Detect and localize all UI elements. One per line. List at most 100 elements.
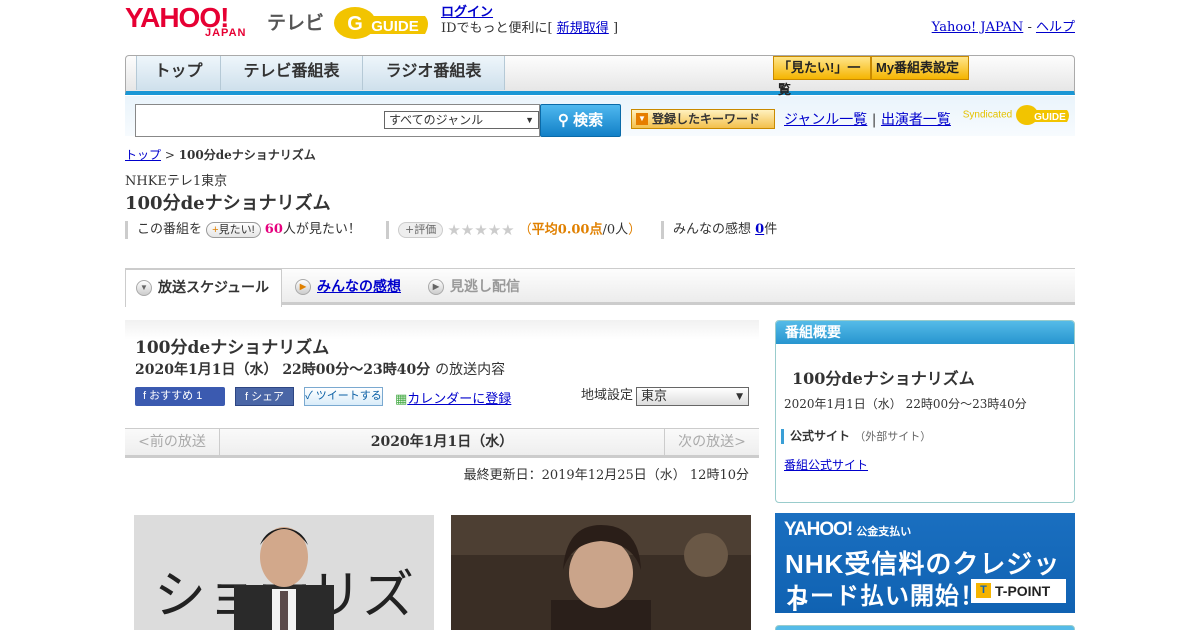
broadcast-header: 100分deナショナリズム 2020年1月1日（水） 22時00分～23時40分… [125,320,759,385]
banner-line2: カード払い開始！ [785,583,985,610]
hyoka-button[interactable]: +評価 [398,222,444,238]
mitai-button-label: 見たい! [218,223,255,236]
top-right-links: Yahoo! JAPAN - ヘルプ [932,16,1075,35]
link-pipe: | [871,112,877,128]
facebook-icon: f [143,390,147,402]
region-select-value: 東京 [641,389,668,404]
tab-schedule-label: 放送スケジュール [158,279,270,295]
calendar-register[interactable]: ▦カレンダーに登録 [395,388,511,407]
social-bar: f おすすめ 1 f シェア ✓ ツイートする ▦カレンダーに登録 地域設定 東… [135,387,759,407]
tweet-button[interactable]: ✓ ツイートする [304,387,383,406]
mitai-suffix: 人が見たい！ [282,222,361,237]
breadcrumb-sep: > [161,148,179,162]
rating-open: （ [518,222,532,238]
tab-reviews[interactable]: ▶ みんなの感想 [285,269,415,303]
photo-man-image: ショナリズ [134,515,434,630]
official-site-link[interactable]: 番組公式サイト [784,456,868,473]
tweet-label: ツイートする [315,390,382,402]
login-box: ログイン IDでもっと便利に[ 新規取得 ] [441,5,618,37]
search-icon: ⚲ [557,112,569,129]
login-link[interactable]: ログイン [441,5,493,20]
broadcast-pager: <前の放送 2020年1月1日（水） 次の放送> [125,428,759,458]
nav-tab-radio-guide[interactable]: ラジオ番組表 [363,56,505,90]
chevron-down-icon: ▼ [736,392,743,402]
summary-title: 100分deナショナリズム [792,369,975,388]
prev-broadcast-link[interactable]: <前の放送 [125,429,220,455]
tv-logo-text[interactable]: テレビ [267,8,324,35]
mitai-list-button[interactable]: 「見たい!」一覧 [773,56,871,97]
program-photo-2 [451,515,751,630]
tab-catchup-label: 見逃し配信 [450,278,520,294]
breadcrumb-current: 100分deナショナリズム [178,148,316,162]
nhk-payment-banner[interactable]: YAHOO! 公金支払い NHK受信料のクレジット カード払い開始！ T T-PO… [775,513,1075,613]
official-site-heading: 公式サイト （外部サイト） [781,429,931,444]
mitai-segment: この番組を +見たい! 60人が見たい！ [125,221,361,239]
yahoo-japan-logo-text: JAPAN [205,27,247,39]
banner-brand: YAHOO! 公金支払い [784,519,911,541]
gguide-small-logo: GUIDE [1016,105,1069,125]
signup-link[interactable]: 新規取得 [557,21,609,36]
program-summary-box: 番組概要 100分deナショナリズム 2020年1月1日（水） 22時00分～2… [775,320,1075,503]
program-meta: この番組を +見たい! 60人が見たい！ +評価 ★★★★★ （平均0.00点/… [125,221,825,241]
svg-text:G: G [347,13,363,35]
syndicated-gguide-logo: Syndicated GUIDE [963,104,1071,126]
broadcast-suffix: の放送内容 [435,362,506,378]
kansou-segment: みんなの感想 0件 [661,221,777,239]
svg-text:GUIDE: GUIDE [371,18,419,35]
photo-woman-image [451,515,751,630]
facebook-icon: f [244,391,248,403]
rating-close: ） [628,222,642,238]
chevron-right-icon: ▶ [295,279,311,295]
search-bar: すべてのジャンル ▼ ⚲ 検索 ▼ 登録したキーワード ジャンル一覧 | 出演者… [125,96,1075,137]
plus-icon: + [405,223,415,236]
keyword-button[interactable]: ▼ 登録したキーワード [631,109,775,129]
last-updated: 最終更新日：2019年12月25日（水） 12時10分 [463,468,749,483]
summary-header: 番組概要 [776,321,1074,344]
chevron-down-icon: ▼ [136,280,152,296]
triangle-down-icon: ▼ [636,113,648,125]
page-title: 100分deナショナリズム [125,193,331,214]
gguide-logo[interactable]: G GUIDE [333,6,433,40]
broadcast-title: 100分deナショナリズム [135,338,330,358]
login-text: IDでもっと便利に[ [441,21,553,36]
help-link[interactable]: ヘルプ [1036,20,1075,35]
next-broadcast-link[interactable]: 次の放送> [664,429,759,455]
nav-tab-top[interactable]: トップ [136,56,221,90]
tpoint-icon: T [976,583,991,598]
keyword-button-label: 登録したキーワード [652,112,761,126]
program-photo-1: ショナリズ [134,515,434,630]
nav-tab-tv-guide[interactable]: テレビ番組表 [221,56,363,90]
twitter-icon: ✓ [305,390,313,402]
search-button[interactable]: ⚲ 検索 [540,104,621,137]
tab-catchup[interactable]: ▶ 見逃し配信 [418,269,548,303]
kansou-label: みんなの感想 [673,222,752,237]
fb-recommend-button[interactable]: f おすすめ 1 [135,387,225,406]
current-broadcast-date: 2020年1月1日（水） [370,434,514,450]
chevron-down-icon: ▼ [525,115,534,125]
rating-summary: （平均0.00点 [519,223,603,238]
rating-avg: 0.00点 [557,222,603,238]
broadcast-datetime: 2020年1月1日（水） 22時00分～23時40分 [135,362,431,378]
region-setting: 地域設定 東京 ▼ [581,387,749,406]
genre-select[interactable]: すべてのジャンル ▼ [384,111,539,129]
kansou-count-link[interactable]: 0 [755,222,764,237]
official-site-label: 公式サイト [790,429,851,443]
broadcast-datetime-line: 2020年1月1日（水） 22時00分～23時40分 の放送内容 [135,359,505,379]
genre-list-link[interactable]: ジャンル一覧 [784,112,867,128]
mitai-button[interactable]: +見たい! [206,221,261,238]
calendar-link[interactable]: カレンダーに登録 [407,392,511,407]
region-select[interactable]: 東京 ▼ [636,387,749,406]
program-tabs: ▼ 放送スケジュール ▶ みんなの感想 ▶ 見逃し配信 [125,268,1075,307]
performer-list-link[interactable]: 出演者一覧 [881,112,951,128]
my-bangumi-button[interactable]: My番組表設定 [871,56,969,80]
yahoo-japan-link[interactable]: Yahoo! JAPAN [932,20,1024,35]
breadcrumb-top-link[interactable]: トップ [125,148,161,162]
region-label: 地域設定 [581,388,634,403]
site-header: YAHOO! JAPAN テレビ G GUIDE ログイン IDでもっと便利に[… [125,0,1075,50]
tab-reviews-label: みんなの感想 [317,278,401,294]
fb-share-button[interactable]: f シェア [235,387,294,406]
banner-brand-sub: 公金支払い [856,526,912,538]
tpoint-label: T-POINT [995,583,1051,599]
tab-schedule[interactable]: ▼ 放送スケジュール [125,269,282,307]
svg-text:GUIDE: GUIDE [1034,112,1066,123]
